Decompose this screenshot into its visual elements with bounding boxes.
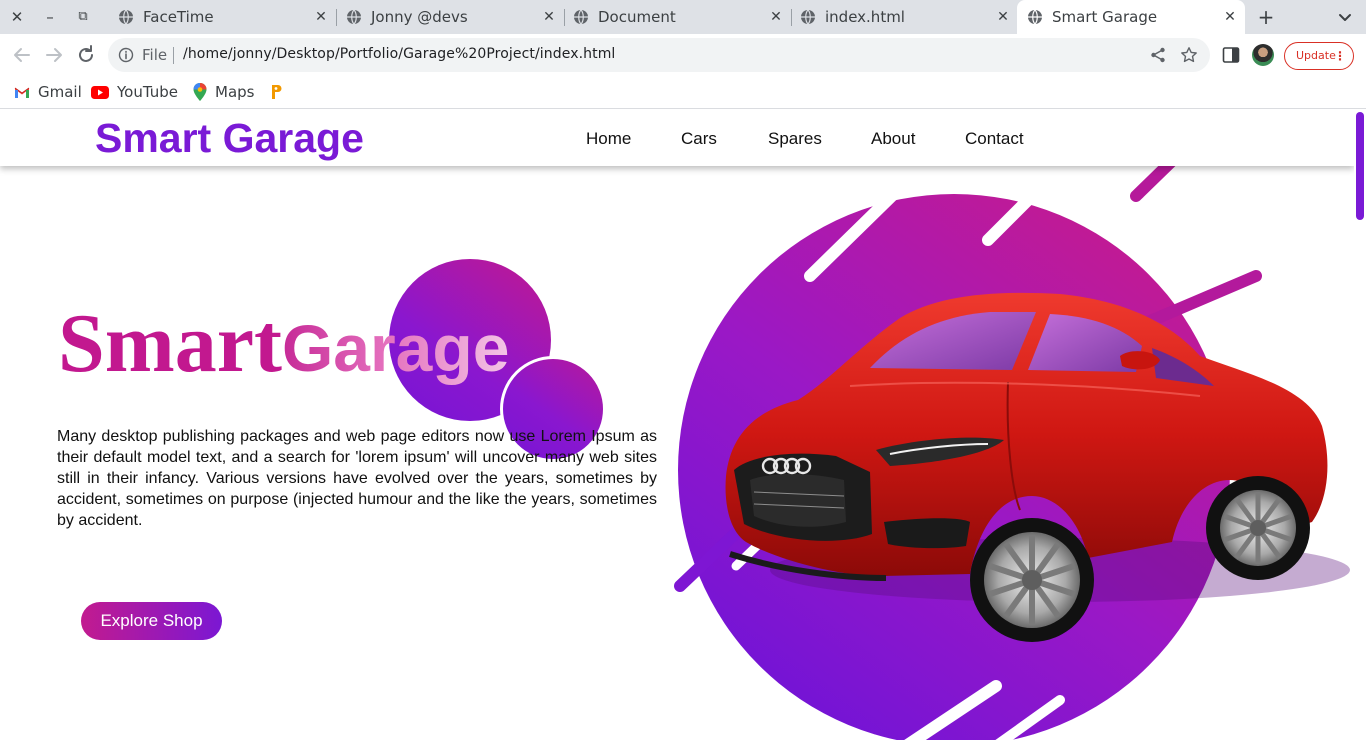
reload-icon[interactable] [74,43,98,67]
window-minimize-button[interactable]: – [39,6,61,28]
tab-title: index.html [825,8,905,26]
url-scheme-label: File [142,46,168,64]
bookmark-star-icon[interactable] [1180,46,1198,64]
info-icon[interactable] [118,47,134,63]
tab-close-button[interactable]: ✕ [994,8,1012,26]
address-bar[interactable]: File /home/jonny/Desktop/Portfolio/Garag… [108,38,1210,72]
bookmark-youtube[interactable]: YouTube [91,81,178,103]
scrollbar-thumb[interactable] [1356,112,1364,220]
tab-title: Document [598,8,676,26]
maps-icon [193,83,207,101]
globe-icon [347,9,361,25]
back-arrow-icon[interactable] [10,43,34,67]
tab-strip: ✕ – ⧉ FaceTime ✕ Jonny @devs ✕ Document … [0,0,1366,34]
bookmark-label: YouTube [117,83,178,101]
globe-icon [119,9,133,25]
profile-avatar[interactable] [1252,44,1274,66]
tab-close-button[interactable]: ✕ [1221,8,1239,26]
browser-toolbar: File /home/jonny/Desktop/Portfolio/Garag… [0,34,1366,76]
globe-icon [1028,9,1042,25]
gmail-icon [14,87,30,98]
explore-shop-button[interactable]: Explore Shop [81,602,222,640]
globe-icon [574,9,588,25]
forward-arrow-icon[interactable] [42,43,66,67]
tab-close-button[interactable]: ✕ [312,8,330,26]
window-restore-button[interactable]: ⧉ [72,6,94,28]
bookmark-gmail[interactable]: Gmail [14,81,82,103]
new-tab-button[interactable]: + [1254,5,1278,29]
hero-title: SmartGarage [58,302,509,386]
url-divider [173,47,174,64]
bookmark-app[interactable] [270,81,290,103]
site-navbar: Smart Garage Home Cars Spares About Cont… [0,110,1354,166]
page-scrollbar[interactable] [1354,110,1366,740]
tab-title: FaceTime [143,8,214,26]
tab-smart-garage[interactable]: Smart Garage ✕ [1017,0,1245,34]
car-front-wheel [970,518,1094,642]
bookmarks-bar: Gmail YouTube Maps [0,76,1366,109]
hero-title-garage: Garage [281,311,510,385]
tab-close-button[interactable]: ✕ [540,8,558,26]
hero-description: Many desktop publishing packages and web… [57,428,657,529]
nav-home[interactable]: Home [586,129,631,149]
web-page: Smart Garage Home Cars Spares About Cont… [0,110,1366,740]
tab-facetime[interactable]: FaceTime ✕ [108,0,337,34]
tab-title: Smart Garage [1052,8,1158,26]
hero-title-smart: Smart [58,297,282,390]
tab-document[interactable]: Document ✕ [563,0,792,34]
share-icon[interactable] [1149,46,1167,64]
kebab-menu-icon[interactable]: ⋮ [1334,43,1346,69]
tab-title: Jonny @devs [371,8,468,26]
tab-jonny-devs[interactable]: Jonny @devs ✕ [336,0,565,34]
bookmark-label: Maps [215,83,255,101]
window-close-button[interactable]: ✕ [6,6,28,28]
nav-spares[interactable]: Spares [768,129,822,149]
bookmark-maps[interactable]: Maps [193,81,254,103]
nav-contact[interactable]: Contact [965,129,1024,149]
nav-cars[interactable]: Cars [681,129,717,149]
bookmark-label: Gmail [38,83,82,101]
url-text[interactable]: /home/jonny/Desktop/Portfolio/Garage%20P… [183,46,615,62]
youtube-icon [91,85,109,99]
side-panel-icon[interactable] [1222,46,1240,64]
car-rear-wheel [1206,476,1310,580]
update-button[interactable]: Update ⋮ [1284,42,1354,70]
bookmark-app-icon [272,85,282,99]
nav-about[interactable]: About [871,129,915,149]
chevron-down-icon[interactable] [1334,6,1356,28]
site-logo[interactable]: Smart Garage [95,115,364,162]
red-sports-car-image [674,150,1350,740]
update-label: Update [1296,49,1336,62]
tab-close-button[interactable]: ✕ [767,8,785,26]
tab-index-html[interactable]: index.html ✕ [790,0,1018,34]
globe-icon [801,9,815,25]
